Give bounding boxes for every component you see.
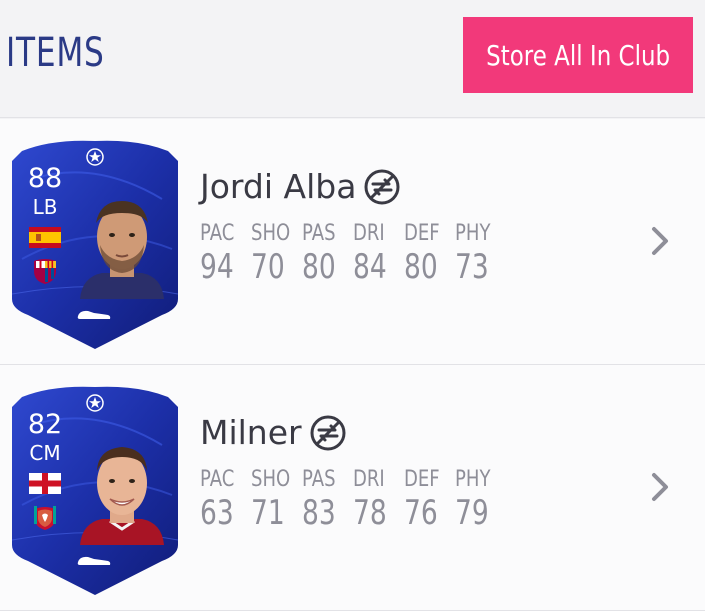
boot-icon (77, 310, 111, 319)
stat-value: 71 (251, 493, 285, 533)
store-all-in-club-button[interactable]: Store All In Club (463, 17, 693, 93)
card-position: CM (29, 441, 61, 465)
stat-pas: PAS 83 (302, 467, 353, 533)
stat-phy: PHY 79 (455, 467, 506, 533)
stat-value: 80 (302, 247, 336, 287)
player-name-text: Milner (200, 413, 302, 452)
stat-sho: SHO 70 (251, 221, 302, 287)
page-title: ITEMS (6, 30, 105, 76)
stat-label: DRI (353, 221, 385, 246)
player-portrait-image (80, 201, 164, 299)
stat-label: PAS (302, 467, 336, 492)
stat-value: 84 (353, 247, 387, 287)
player-card: 88 LB (12, 139, 178, 351)
stat-value: 94 (200, 247, 234, 287)
stat-value: 80 (404, 247, 438, 287)
stat-label: PAC (200, 467, 235, 492)
player-stats: PAC 63 SHO 71 PAS 83 DRI 78 DEF 76 PHY 7… (200, 467, 506, 533)
player-name: Jordi Alba (200, 167, 400, 206)
stat-label: DEF (404, 221, 440, 246)
stat-phy: PHY 73 (455, 221, 506, 287)
item-list: 88 LB Jordi Alba PAC 94 SHO 70 PAS 80 DR… (0, 119, 705, 611)
stat-pac: PAC 63 (200, 467, 251, 533)
stat-value: 78 (353, 493, 387, 533)
stat-label: PAC (200, 221, 235, 246)
stat-label: DEF (404, 467, 440, 492)
stat-value: 79 (455, 493, 489, 533)
card-rating: 88 (27, 163, 63, 194)
stat-def: DEF 76 (404, 467, 455, 533)
champions-league-icon (86, 148, 104, 166)
liverpool-crest-icon (34, 506, 56, 530)
stat-label: SHO (251, 467, 291, 492)
stat-label: PAS (302, 221, 336, 246)
england-flag-icon (29, 473, 61, 494)
fc-barcelona-crest-icon (34, 259, 56, 284)
stat-dri: DRI 84 (353, 221, 404, 287)
header: ITEMS Store All In Club (0, 0, 705, 118)
stat-dri: DRI 78 (353, 467, 404, 533)
stat-label: PHY (455, 467, 491, 492)
stat-value: 63 (200, 493, 234, 533)
item-row-jordi-alba[interactable]: 88 LB Jordi Alba PAC 94 SHO 70 PAS 80 DR… (0, 119, 705, 365)
boot-icon (77, 556, 111, 565)
player-name: Milner (200, 413, 346, 452)
player-stats: PAC 94 SHO 70 PAS 80 DRI 84 DEF 80 PHY 7… (200, 221, 506, 287)
stat-label: PHY (455, 221, 491, 246)
player-portrait-image (80, 447, 164, 545)
card-position: LB (32, 195, 58, 219)
stat-label: SHO (251, 221, 291, 246)
stat-value: 76 (404, 493, 438, 533)
chevron-right-icon[interactable] (649, 225, 673, 257)
stat-pas: PAS 80 (302, 221, 353, 287)
stat-value: 73 (455, 247, 489, 287)
stat-def: DEF 80 (404, 221, 455, 287)
stat-sho: SHO 71 (251, 467, 302, 533)
champions-league-icon (86, 394, 104, 412)
item-row-milner[interactable]: 82 CM Milner PAC 63 SHO 71 PAS 83 DRI 78… (0, 365, 705, 611)
stat-value: 70 (251, 247, 285, 287)
player-name-text: Jordi Alba (200, 167, 357, 206)
untradeable-icon (310, 415, 346, 450)
stat-value: 83 (302, 493, 336, 533)
store-all-in-club-label: Store All In Club (486, 38, 670, 72)
stat-label: DRI (353, 467, 385, 492)
stat-pac: PAC 94 (200, 221, 251, 287)
card-rating: 82 (27, 409, 63, 440)
player-card: 82 CM (12, 385, 178, 597)
spain-flag-icon (29, 227, 61, 248)
untradeable-icon (364, 169, 400, 204)
chevron-right-icon[interactable] (649, 471, 673, 503)
